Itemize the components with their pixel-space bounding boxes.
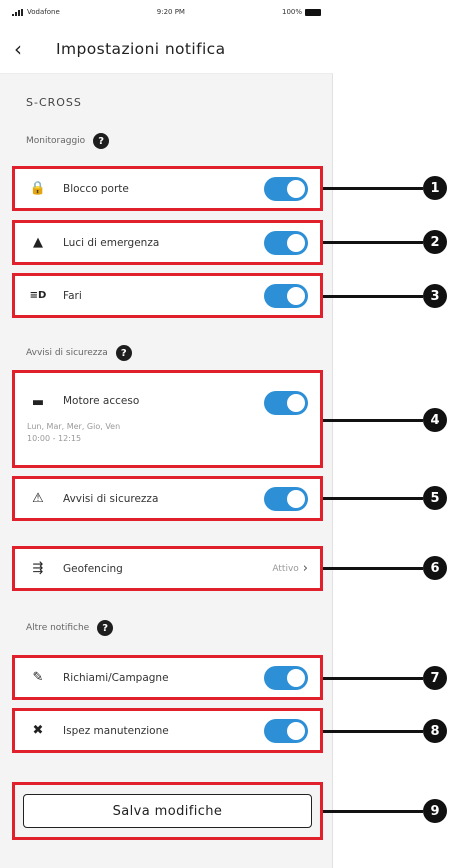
callout-badge-9: 9 xyxy=(423,799,447,823)
geofence-car-icon: ⇶ xyxy=(32,561,44,576)
save-area: Salva modifiche xyxy=(12,782,323,840)
section-security: Avvisi di sicurezza ? xyxy=(26,345,132,361)
callout-badge-4: 4 xyxy=(423,408,447,432)
help-icon[interactable]: ? xyxy=(115,345,132,361)
battery-percent: 100% xyxy=(281,8,302,16)
callout-badge-2: 2 xyxy=(423,230,447,254)
row-headlights: ≡D Fari xyxy=(12,273,323,318)
page-header: ‹ Impostazioni notifica xyxy=(0,24,333,74)
row-door-lock: 🔒 Blocco porte xyxy=(12,166,323,211)
engine-icon: ▬ xyxy=(31,395,45,410)
toggle-knob xyxy=(287,489,305,508)
tools-icon: ✖ xyxy=(32,723,44,738)
engine-text-block: Motore acceso Lun, Mar, Mer, Gio, Ven 10… xyxy=(27,389,264,445)
section-other-label: Altre notifiche xyxy=(26,623,90,633)
toggle-knob xyxy=(287,394,305,412)
callout-badge-8: 8 xyxy=(423,719,447,743)
row-recalls: ✎ Richiami/Campagne xyxy=(12,655,323,700)
toggle-knob xyxy=(287,233,305,252)
row-hazard-label: Luci di emergenza xyxy=(63,236,160,249)
save-changes-button[interactable]: Salva modifiche xyxy=(23,794,312,828)
row-recalls-label: Richiami/Campagne xyxy=(63,671,169,684)
callout-line xyxy=(323,810,423,813)
callout-badge-6: 6 xyxy=(423,556,447,580)
section-monitoring-label: Monitoraggio xyxy=(26,136,86,146)
carrier-text: Vodafone xyxy=(27,8,60,16)
row-security-alerts: ⚠ Avvisi di sicurezza xyxy=(12,476,323,521)
signal-icon xyxy=(12,8,23,16)
callout-line xyxy=(323,677,423,680)
callout-line xyxy=(323,295,423,298)
battery-icon xyxy=(305,8,321,16)
callout-badge-7: 7 xyxy=(423,666,447,690)
battery-indicator: 100% xyxy=(282,8,321,16)
hazard-toggle[interactable] xyxy=(264,230,308,255)
status-left: Vodafone xyxy=(12,8,60,16)
status-time: 9:20 PM xyxy=(156,8,185,16)
engine-schedule-days: Lun, Mar, Mer, Gio, Ven xyxy=(27,422,121,431)
phone-screen: Vodafone 9:20 PM 100% ‹ Impostazioni not… xyxy=(0,0,333,868)
callout-line xyxy=(323,567,423,570)
toggle-knob xyxy=(287,668,305,687)
page-title: Impostazioni notifica xyxy=(56,39,226,58)
help-icon[interactable]: ? xyxy=(97,620,114,636)
callout-line xyxy=(323,497,423,500)
section-monitoring: Monitoraggio ? xyxy=(26,133,110,149)
row-geofencing-label: Geofencing xyxy=(63,562,123,575)
section-security-label: Avvisi di sicurezza xyxy=(26,348,108,358)
recall-icon: ✎ xyxy=(32,670,44,685)
geofencing-status: Attivo xyxy=(272,563,299,574)
recalls-toggle[interactable] xyxy=(264,665,308,690)
row-geofencing[interactable]: ⇶ Geofencing Attivo › xyxy=(12,546,323,591)
row-hazard-lights: ▲ Luci di emergenza xyxy=(12,220,323,265)
callout-line xyxy=(323,419,423,422)
door-lock-toggle[interactable] xyxy=(264,176,308,201)
headlights-toggle[interactable] xyxy=(264,283,308,308)
vehicle-name: S-CROSS xyxy=(26,96,82,109)
callout-badge-3: 3 xyxy=(423,284,447,308)
help-icon[interactable]: ? xyxy=(93,133,110,149)
maintenance-toggle[interactable] xyxy=(264,718,308,743)
row-headlights-label: Fari xyxy=(63,289,82,302)
lock-icon: 🔒 xyxy=(29,181,47,196)
toggle-knob xyxy=(287,179,305,198)
security-alerts-toggle[interactable] xyxy=(264,486,308,511)
status-bar: Vodafone 9:20 PM 100% xyxy=(0,0,333,24)
back-arrow-icon[interactable]: ‹ xyxy=(14,37,42,61)
row-door-lock-label: Blocco porte xyxy=(63,182,129,195)
headlight-icon: ≡D xyxy=(29,290,47,301)
row-engine-label: Motore acceso xyxy=(63,395,140,407)
callout-badge-5: 5 xyxy=(423,486,447,510)
row-maintenance-label: Ispez manutenzione xyxy=(63,724,169,737)
callout-line xyxy=(323,241,423,244)
row-engine-on: ▬ Motore acceso Lun, Mar, Mer, Gio, Ven … xyxy=(12,370,323,468)
alarm-car-icon: ⚠ xyxy=(32,491,44,506)
toggle-knob xyxy=(287,286,305,305)
row-security-alerts-label: Avvisi di sicurezza xyxy=(63,492,159,505)
section-other: Altre notifiche ? xyxy=(26,620,114,636)
row-maintenance: ✖ Ispez manutenzione xyxy=(12,708,323,753)
hazard-icon: ▲ xyxy=(33,235,43,250)
chevron-right-icon: › xyxy=(302,561,308,576)
engine-schedule-time: 10:00 - 12:15 xyxy=(27,434,82,443)
callout-badge-1: 1 xyxy=(423,176,447,200)
engine-toggle[interactable] xyxy=(264,391,308,415)
callout-line xyxy=(323,187,423,190)
toggle-knob xyxy=(287,721,305,740)
callout-line xyxy=(323,730,423,733)
